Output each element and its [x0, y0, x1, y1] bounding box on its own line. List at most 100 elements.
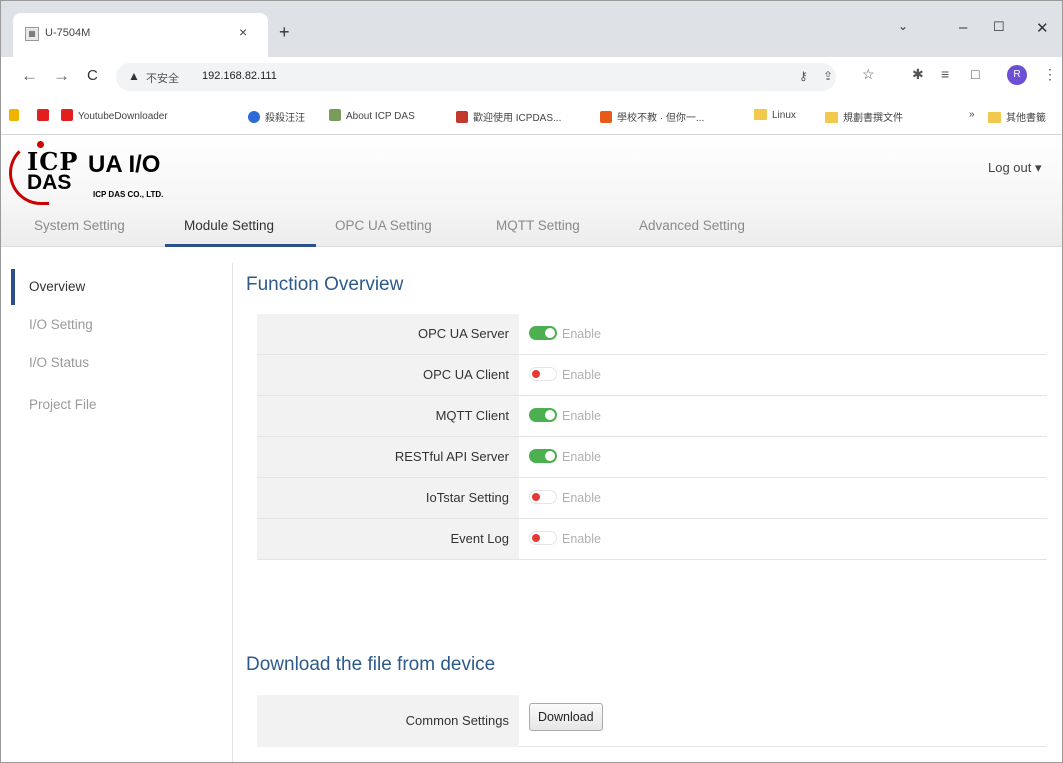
bookmark-star-icon[interactable]: ☆: [862, 66, 875, 83]
bookmark-item[interactable]: 學校不教 · 但你一...: [600, 109, 704, 124]
menu-icon[interactable]: ⋮: [1043, 66, 1057, 83]
folder-icon: [825, 112, 838, 123]
reload-icon[interactable]: C: [87, 67, 98, 84]
bookmark-icpdas[interactable]: 歡迎使用 ICPDAS...: [456, 109, 561, 124]
sidebar-item-overview[interactable]: Overview: [11, 269, 231, 305]
toggle-switch[interactable]: [529, 326, 557, 340]
profile-avatar[interactable]: R: [1007, 65, 1027, 85]
browser-window: ▦ U-7504M × + ⌄ – ☐ ✕ ← → C ▲ 不安全 192.16…: [0, 0, 1063, 763]
new-tab-icon[interactable]: +: [279, 22, 290, 43]
minimize-icon[interactable]: –: [959, 19, 967, 36]
sidebar-item-io-setting[interactable]: I/O Setting: [11, 307, 231, 343]
function-overview-table: OPC UA Server Enable OPC UA Client Enabl…: [257, 314, 1047, 560]
function-row-opcua-client: OPC UA Client Enable: [257, 355, 1047, 396]
tab-system-setting[interactable]: System Setting: [34, 218, 125, 233]
bookmark-item[interactable]: 殺殺汪汪: [248, 109, 305, 124]
tab-strip: ▦ U-7504M × + ⌄ – ☐ ✕: [1, 1, 1062, 57]
puzzle-icon: [9, 109, 19, 121]
download-table: Common Settings Download: [257, 695, 1047, 747]
bookmark-folder[interactable]: 規劃書撰文件: [825, 109, 903, 124]
folder-icon: [988, 112, 1001, 123]
function-row-iotstar-setting: IoTstar Setting Enable: [257, 478, 1047, 519]
tab-module-setting[interactable]: Module Setting: [184, 218, 274, 233]
tab-title: U-7504M: [45, 27, 91, 39]
address-bar[interactable]: ▲ 不安全 192.168.82.111 ⚷ ⇪: [116, 63, 836, 91]
bookmark-folder-linux[interactable]: Linux: [754, 109, 796, 121]
row-value: Enable: [529, 437, 601, 477]
download-row-common-settings: Common Settings Download: [257, 695, 1047, 747]
bookmark-label: 殺殺汪汪: [265, 113, 305, 124]
tab-mqtt-setting[interactable]: MQTT Setting: [496, 218, 580, 233]
toggle-switch[interactable]: [529, 490, 557, 504]
bookmark-about-icpdas[interactable]: About ICP DAS: [329, 109, 415, 122]
bookmark-label: About ICP DAS: [346, 111, 415, 122]
download-section-title: Download the file from device: [246, 654, 496, 675]
share-icon[interactable]: ⇪: [823, 69, 833, 83]
tab-search-icon[interactable]: ⌄: [898, 19, 908, 33]
toggle-switch[interactable]: [529, 531, 557, 545]
function-row-event-log: Event Log Enable: [257, 519, 1047, 560]
bookmark-label: 規劃書撰文件: [843, 113, 903, 124]
side-panel-icon[interactable]: □: [971, 66, 979, 82]
close-window-icon[interactable]: ✕: [1036, 19, 1049, 37]
url-text[interactable]: 192.168.82.111: [202, 70, 277, 82]
bookmark-youtube[interactable]: [37, 109, 54, 122]
sidebar-item-project-file[interactable]: Project File: [11, 387, 231, 423]
folder-icon: [754, 109, 767, 120]
bolt-icon: [600, 111, 612, 123]
bookmark-label: 歡迎使用 ICPDAS...: [473, 113, 562, 124]
browser-tab[interactable]: ▦ U-7504M ×: [13, 13, 268, 57]
back-icon[interactable]: ←: [21, 66, 38, 86]
bookmark-apps[interactable]: [9, 109, 24, 122]
toggle-switch[interactable]: [529, 449, 557, 463]
function-row-mqtt-client: MQTT Client Enable: [257, 396, 1047, 437]
toggle-label: Enable: [562, 532, 601, 546]
overflow-chevron-icon: »: [969, 109, 975, 120]
reading-list-icon[interactable]: ≡: [941, 66, 949, 82]
active-tab-indicator: [165, 244, 316, 247]
extensions-icon[interactable]: ✱: [912, 66, 924, 83]
toggle-label: Enable: [562, 450, 601, 464]
youtube-icon: [61, 109, 73, 121]
tab-advanced-setting[interactable]: Advanced Setting: [639, 218, 745, 233]
toggle-label: Enable: [562, 409, 601, 423]
row-value: Enable: [529, 396, 601, 436]
toggle-label: Enable: [562, 327, 601, 341]
product-name: UA I/O: [88, 151, 161, 178]
row-label: OPC UA Client: [257, 355, 519, 395]
bookmark-youtubedownloader[interactable]: YoutubeDownloader: [61, 109, 168, 122]
forward-icon[interactable]: →: [53, 66, 70, 86]
tab-opcua-setting[interactable]: OPC UA Setting: [335, 218, 432, 233]
logout-dropdown[interactable]: Log out ▾: [988, 160, 1042, 176]
app-header: ICP DAS UA I/O ICP DAS CO., LTD. Log out…: [1, 135, 1062, 247]
toggle-switch[interactable]: [529, 367, 557, 381]
row-value: Enable: [529, 519, 601, 559]
bookmarks-overflow[interactable]: »: [969, 109, 975, 120]
youtube-icon: [37, 109, 49, 121]
row-label: Event Log: [257, 519, 519, 559]
bookmark-label: 其他書籤: [1006, 113, 1046, 124]
function-row-restful-api-server: RESTful API Server Enable: [257, 437, 1047, 478]
row-label: IoTstar Setting: [257, 478, 519, 518]
row-value: Enable: [529, 478, 601, 518]
function-row-opcua-server: OPC UA Server Enable: [257, 314, 1047, 355]
sidebar-item-io-status[interactable]: I/O Status: [11, 345, 231, 381]
globe-icon: [248, 111, 260, 123]
password-key-icon[interactable]: ⚷: [799, 69, 808, 83]
company-name: ICP DAS CO., LTD.: [93, 190, 164, 199]
warning-icon: ▲: [128, 69, 140, 83]
toggle-switch[interactable]: [529, 408, 557, 422]
toggle-label: Enable: [562, 368, 601, 382]
row-label: MQTT Client: [257, 396, 519, 436]
row-label: RESTful API Server: [257, 437, 519, 477]
toggle-label: Enable: [562, 491, 601, 505]
bookmark-label: 學校不教 · 但你一...: [617, 113, 705, 124]
maximize-icon[interactable]: ☐: [993, 19, 1005, 35]
close-tab-icon[interactable]: ×: [239, 24, 247, 40]
download-button[interactable]: Download: [529, 703, 603, 731]
row-value: Enable: [529, 314, 601, 354]
function-overview-title: Function Overview: [246, 274, 404, 295]
bookmark-label: YoutubeDownloader: [78, 111, 168, 122]
bookmark-folder-other[interactable]: 其他書籤: [988, 109, 1046, 124]
icp-icon: [329, 109, 341, 121]
